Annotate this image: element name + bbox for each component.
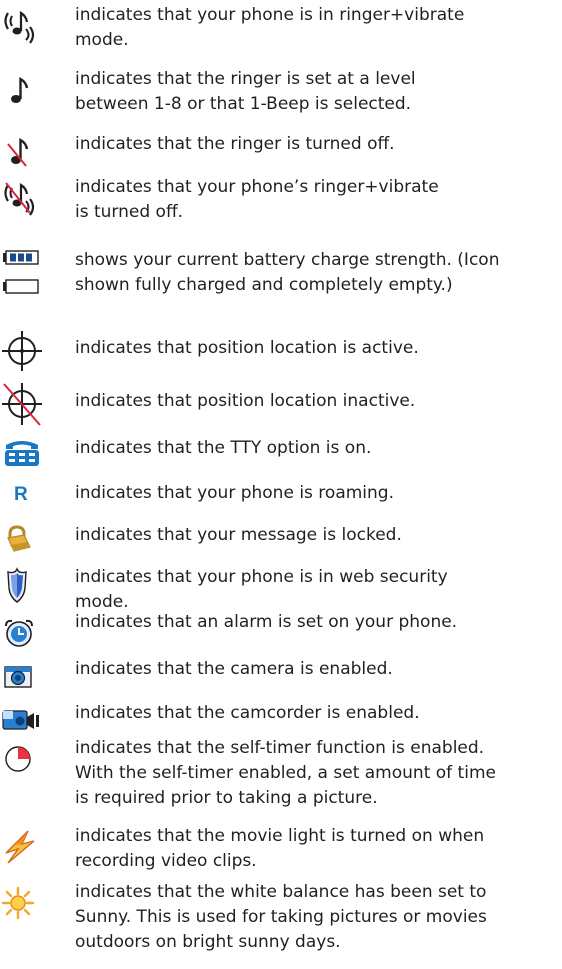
item-text-line: indicates that the white balance has bee… [75,882,487,902]
page: { "items": [ {"icon": "ringer-vibrate-ic… [0,0,562,969]
item-text-line: indicates that the ringer is turned off. [75,134,395,154]
camera-icon [0,663,44,703]
item-text-line: indicates that your phone’s ringer+vibra… [75,177,439,197]
item-text-line: indicates that your phone is in ringer+v… [75,5,465,25]
item-text-line: indicates that the self-timer function i… [75,738,485,758]
sunny-icon [0,886,44,927]
ringer-note-icon [0,75,44,115]
item-text-line: indicates that position location is acti… [75,338,419,358]
item-text-line: With the self-timer enabled, a set amoun… [75,763,496,783]
item-text-line: is turned off. [75,202,184,222]
location-on-icon [0,329,44,371]
item-text-line: shows your current battery charge streng… [75,250,500,270]
ringer-off-icon [0,136,44,176]
lock-icon [0,525,44,565]
item-text-line: Sunny. This is used for taking pictures … [75,907,487,927]
tty-icon [0,439,44,479]
item-text-line: indicates that your message is locked. [75,525,402,545]
item-text-line: indicates that the camcorder is enabled. [75,703,420,723]
item-text-line: indicates that the movie light is turned… [75,826,485,846]
ringer-vibrate-icon [0,7,44,47]
item-text-line: outdoors on bright sunny days. [75,932,341,952]
item-text-line: indicates that your phone is in web secu… [75,567,448,587]
alarm-clock-icon [0,618,44,658]
item-text-line: indicates that your phone is roaming. [75,483,394,503]
location-off-icon [0,381,44,426]
item-text-line: indicates that the camera is enabled. [75,659,393,679]
item-text-line: shown fully charged and completely empty… [75,275,453,295]
item-text-line: mode. [75,30,129,50]
item-text-line: indicates that an alarm is set on your p… [75,612,458,632]
camcorder-icon [0,707,44,747]
movie-light-icon [0,829,44,869]
item-text-line: indicates that position location inactiv… [75,391,416,411]
battery-icon [0,250,44,294]
security-shield-icon [0,567,44,608]
item-text-line: indicates that the TTY option is on. [75,438,372,458]
item-text-line: indicates that the ringer is set at a le… [75,69,416,89]
roaming-icon: R [0,481,44,521]
roaming-icon-letter: R [14,484,28,505]
self-timer-icon [0,744,44,784]
ringer-vibrate-off-icon [0,179,44,219]
item-text-line: between 1-8 or that 1-Beep is selected. [75,94,412,114]
item-text-line: recording video clips. [75,851,257,871]
item-text-line: is required prior to taking a picture. [75,788,378,808]
